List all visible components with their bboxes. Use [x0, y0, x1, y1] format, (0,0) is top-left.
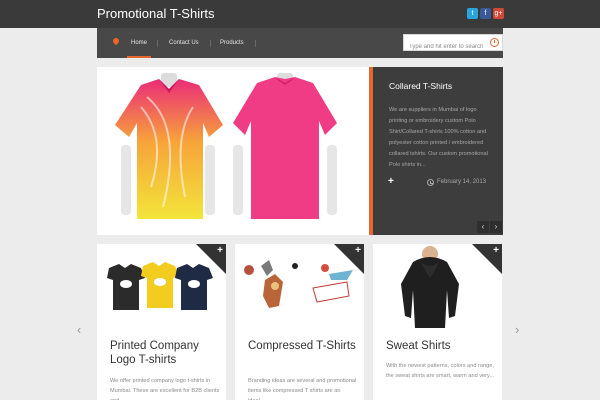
card-excerpt: Branding ideas are several and promotion… — [248, 378, 357, 400]
hero-plus-icon[interactable]: + — [388, 177, 394, 187]
google-plus-icon[interactable]: g+ — [493, 8, 504, 19]
search-input[interactable] — [404, 39, 488, 55]
card-excerpt: We offer printed company logo t-shirts i… — [110, 378, 220, 400]
hero-slide-image[interactable] — [97, 67, 369, 235]
hero-date: February 14, 2013 — [437, 179, 487, 185]
location-pin-icon — [111, 36, 121, 46]
nav-item-products[interactable]: Products — [220, 28, 244, 58]
card-title[interactable]: Printed Company Logo T-shirts — [110, 339, 220, 367]
search-box — [403, 34, 503, 55]
site-title[interactable]: Promotional T-Shirts — [97, 6, 215, 21]
hero-caption-panel: Collared T-Shirts We are suppliers in Mu… — [369, 67, 503, 235]
search-icon[interactable] — [490, 38, 499, 47]
clock-icon — [427, 179, 434, 186]
hero-accent-bar — [369, 67, 373, 235]
nav-item-home[interactable]: Home — [126, 28, 152, 58]
hero-title[interactable]: Collared T-Shirts — [389, 81, 452, 91]
card-title[interactable]: Sweat Shirts — [386, 339, 496, 353]
collared-tshirts-photo — [115, 73, 337, 219]
product-card[interactable]: + Printed Company Logo T-shirts We offer… — [97, 244, 226, 400]
card-title[interactable]: Compressed T-Shirts — [248, 339, 358, 353]
facebook-icon[interactable]: f — [480, 8, 491, 19]
card-plus-icon[interactable]: + — [355, 245, 361, 257]
product-card[interactable]: + Compressed T-Shirts Branding ideas are… — [235, 244, 364, 400]
card-excerpt: With the newest patterns, colors and ran… — [386, 363, 495, 379]
card-plus-icon[interactable]: + — [493, 245, 499, 257]
carousel-next-arrow[interactable]: › — [515, 322, 519, 337]
carousel-prev-arrow[interactable]: ‹ — [77, 322, 81, 337]
nav-divider — [255, 40, 256, 47]
nav-divider — [157, 40, 158, 47]
slider-next-button[interactable]: › — [490, 221, 502, 233]
slider-prev-button[interactable]: ‹ — [477, 221, 489, 233]
main-nav: Home Contact Us Products — [97, 28, 503, 58]
top-header: Promotional T-Shirts t f g+ — [0, 0, 600, 28]
nav-divider — [210, 40, 211, 47]
product-card[interactable]: + Sweat Shirts With the newest patterns,… — [373, 244, 502, 400]
twitter-icon[interactable]: t — [467, 8, 478, 19]
hero-description: We are suppliers in Mumbai of logo print… — [389, 107, 488, 168]
nav-item-contact-us[interactable]: Contact Us — [169, 28, 199, 58]
card-plus-icon[interactable]: + — [217, 245, 223, 257]
